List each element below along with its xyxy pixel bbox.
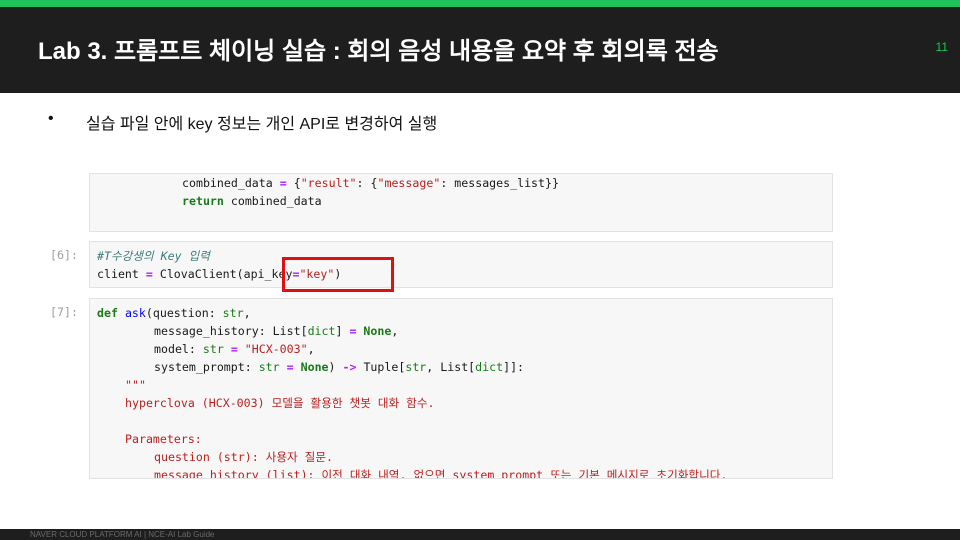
code-comment: #T수강생의 Key 입력: [97, 249, 210, 263]
code-token: return: [182, 194, 224, 208]
code-cell-7[interactable]: def ask(question: str, message_history: …: [89, 298, 833, 479]
code-token: dict: [307, 324, 336, 338]
code-line: def ask(question: str,: [97, 306, 251, 320]
code-token: str: [405, 360, 427, 374]
code-token: None: [300, 360, 329, 374]
docstring-line: Parameters:: [125, 432, 202, 446]
code-token: ->: [342, 360, 357, 374]
footer-text: NAVER CLOUD PLATFORM AI | NCE-AI Lab Gui…: [30, 530, 215, 539]
code-token: None: [363, 324, 392, 338]
code-token: ask: [124, 306, 146, 320]
docstring-line: question (str): 사용자 질문.: [154, 450, 333, 464]
slide-footer: NAVER CLOUD PLATFORM AI | NCE-AI Lab Gui…: [0, 529, 960, 540]
code-token: "HCX-003": [244, 342, 308, 356]
code-token: =: [279, 176, 287, 190]
code-token: combined_data: [182, 176, 280, 190]
code-line: combined_data = {"result": {"message": m…: [182, 176, 559, 190]
code-cell-continued[interactable]: combined_data = {"result": {"message": m…: [89, 173, 833, 232]
docstring-line: """: [125, 378, 146, 392]
code-token: "message": [377, 176, 441, 190]
slide-header: Lab 3. 프롬프트 체이닝 실습 : 회의 음성 내용을 요약 후 회의록 …: [0, 7, 960, 93]
code-token: str: [202, 342, 224, 356]
code-token: =: [230, 342, 238, 356]
docstring-line: message_history (list): 이전 대화 내역. 없으면 sy…: [154, 468, 728, 479]
code-line: message_history: List[dict] = None,: [154, 324, 399, 338]
code-token: =: [349, 324, 357, 338]
code-token: str: [258, 360, 280, 374]
bullet-icon: •: [48, 110, 54, 127]
code-line: return combined_data: [182, 194, 322, 208]
highlight-box: [282, 257, 394, 292]
top-accent-bar: [0, 0, 960, 7]
page-number: 11: [935, 40, 948, 54]
code-line: system_prompt: str = None) -> Tuple[str,…: [154, 360, 525, 374]
code-cell-6[interactable]: #T수강생의 Key 입력 client = ClovaClient(api_k…: [89, 241, 833, 288]
docstring-line: hyperclova (HCX-003) 모델을 활용한 챗봇 대화 함수.: [125, 396, 435, 410]
code-token: =: [145, 267, 153, 281]
cell-prompt: [7]:: [50, 305, 78, 319]
slide-title: Lab 3. 프롬프트 체이닝 실습 : 회의 음성 내용을 요약 후 회의록 …: [38, 38, 719, 65]
code-token: str: [222, 306, 244, 320]
code-token: =: [286, 360, 294, 374]
code-token: "result": [300, 176, 357, 190]
cell-prompt: [6]:: [50, 248, 78, 262]
code-line: model: str = "HCX-003",: [154, 342, 315, 356]
code-token: dict: [475, 360, 504, 374]
bullet-text: 실습 파일 안에 key 정보는 개인 API로 변경하여 실행: [86, 116, 438, 133]
code-token: def: [97, 306, 118, 320]
